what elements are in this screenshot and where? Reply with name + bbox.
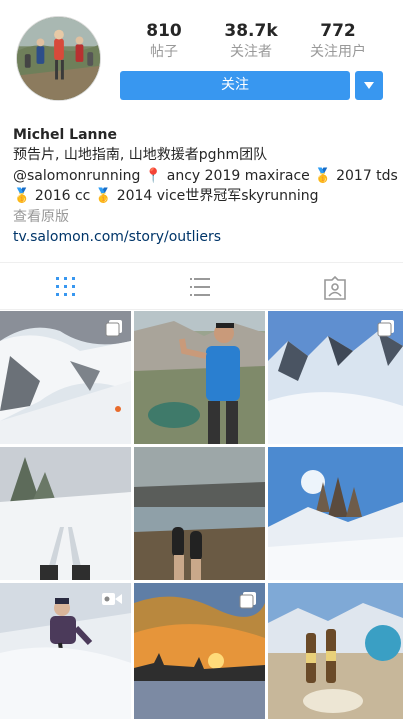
posts-count-label: 帖子 [150,44,178,60]
bio-line: @salomonrunning 📍 ancy 2019 maxirace 🥇 2… [13,167,398,184]
followers-count[interactable]: 38.7k 关注者 [211,20,291,62]
posts-count[interactable]: 810 帖子 [124,20,204,62]
profile-tabs [0,262,403,310]
posts-grid [0,311,403,719]
carousel-icon [105,320,122,337]
following-count[interactable]: 772 关注用户 [298,20,378,62]
following-count-label: 关注用户 [310,44,366,60]
post-thumbnail[interactable] [0,311,131,444]
post-thumbnail[interactable] [268,583,403,719]
triangle-down-icon [364,82,374,89]
post-thumbnail[interactable] [268,447,403,580]
avatar-photo [17,17,100,100]
tab-grid[interactable] [0,263,134,310]
grid-icon [56,277,75,296]
posts-count-value: 810 [146,21,182,41]
photo-beers-on-summit [268,583,403,719]
tagged-person-icon [324,276,346,300]
see-original-link[interactable]: 查看原版 [13,207,393,228]
follow-button[interactable]: 关注 [120,71,350,100]
photo-skis-in-snow [0,447,131,580]
video-icon [102,593,122,605]
carousel-icon [239,592,256,609]
bio-line: 预告片, 山地指南, 山地救援者pghm团队 [13,147,268,163]
profile-header: 810 帖子 38.7k 关注者 772 关注用户 关注 Michel Lann… [0,0,403,262]
bio-line: 🥇 2016 cc 🥇 2014 vice世界冠军skyrunning [13,188,319,204]
following-count-value: 772 [320,21,356,41]
carousel-icon [377,320,394,337]
profile-name: Michel Lanne [13,127,117,143]
post-thumbnail[interactable] [0,583,131,719]
photo-dolomite-peaks-sunburst [268,447,403,580]
photo-runner-by-alpine-lake [134,311,265,444]
post-thumbnail[interactable] [268,311,403,444]
post-thumbnail[interactable] [134,447,265,580]
post-thumbnail[interactable] [0,447,131,580]
followers-count-value: 38.7k [224,21,278,41]
website-link[interactable]: tv.salomon.com/story/outliers [13,227,393,248]
list-icon [190,278,210,296]
profile-bio: Michel Lanne 预告片, 山地指南, 山地救援者pghm团队 @sal… [13,125,398,248]
profile-avatar[interactable] [16,16,101,101]
suggestions-dropdown-button[interactable] [355,71,383,100]
post-thumbnail[interactable] [134,583,265,719]
post-thumbnail[interactable] [134,311,265,444]
followers-count-label: 关注者 [230,44,272,60]
photo-feet-over-lake-view [134,447,265,580]
profile-stats: 810 帖子 38.7k 关注者 772 关注用户 [120,20,382,66]
tab-list[interactable] [134,263,268,310]
tab-tagged[interactable] [268,263,402,310]
